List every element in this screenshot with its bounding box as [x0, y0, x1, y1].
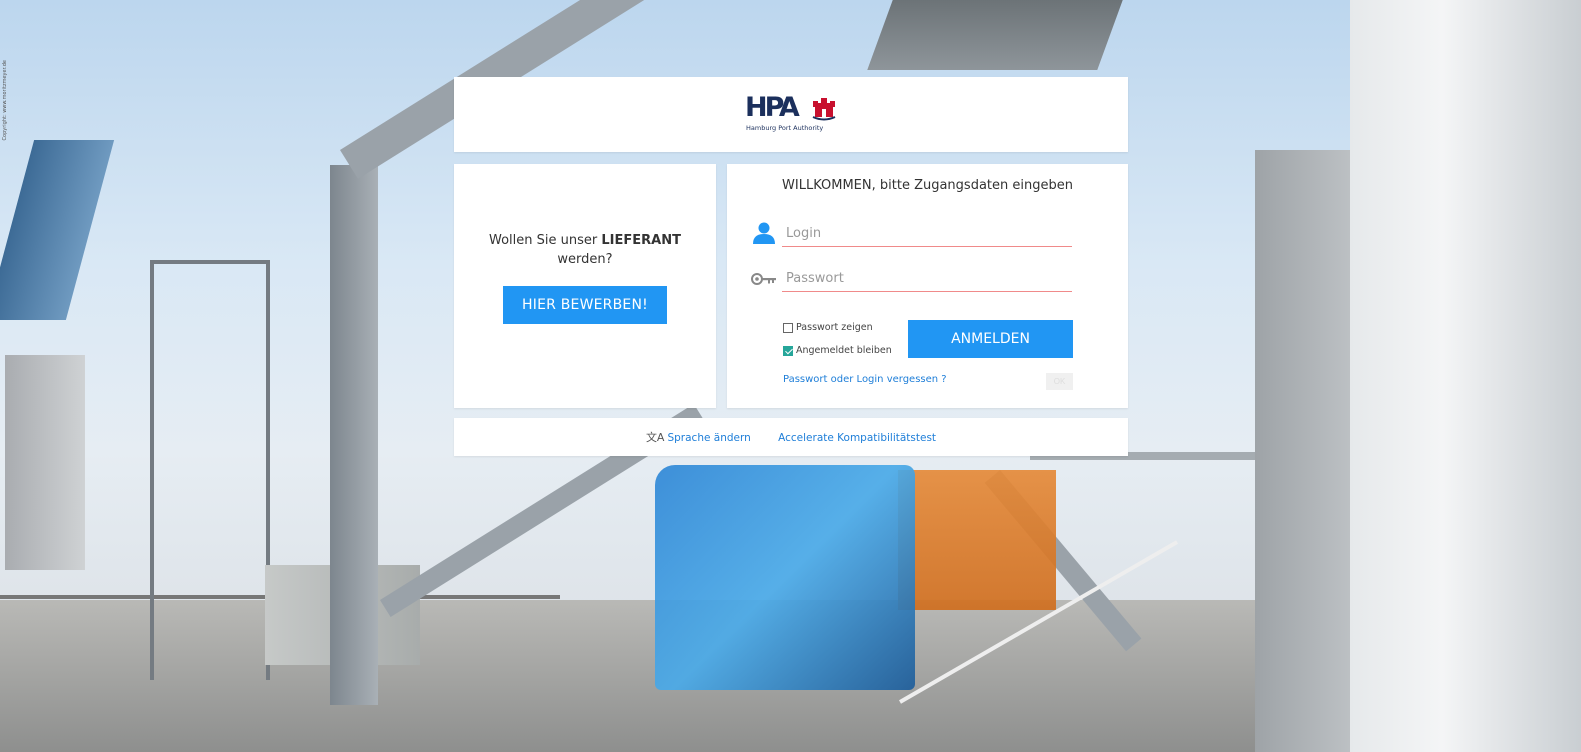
truck-container	[898, 470, 1056, 610]
password-input[interactable]	[782, 266, 1072, 292]
footer-links: 文A Sprache ändern Accelerate Kompatibilit…	[454, 429, 1128, 445]
logo-panel: HPA Hamburg Port Authority	[454, 77, 1128, 152]
light-tower	[150, 260, 270, 680]
key-icon	[751, 273, 776, 285]
change-language-label: Sprache ändern	[667, 432, 751, 444]
translate-icon: 文A	[645, 431, 665, 444]
ok-button[interactable]: OK	[1046, 373, 1073, 390]
supplier-question-suffix: werden?	[557, 252, 613, 267]
welcome-rest: bitte Zugangsdaten eingeben	[875, 178, 1073, 193]
show-password-label: Passwort zeigen	[796, 322, 873, 333]
forgot-password-link[interactable]: Passwort oder Login vergessen ?	[783, 374, 947, 385]
stay-logged-in-checkbox[interactable]	[783, 345, 793, 356]
welcome-heading: WILLKOMMEN, bitte Zugangsdaten eingeben	[727, 178, 1128, 193]
building-wall	[1350, 0, 1581, 752]
supplier-panel: Wollen Sie unser LIEFERANT werden? HIER …	[454, 164, 716, 408]
logo-mark: HPA	[745, 92, 800, 123]
login-input[interactable]	[782, 221, 1072, 247]
welcome-emphasis: WILLKOMMEN,	[782, 178, 876, 193]
bridge-beam	[867, 0, 1123, 70]
apply-button[interactable]: HIER BEWERBEN!	[503, 286, 667, 324]
hpa-logo: HPA Hamburg Port Authority	[745, 93, 841, 137]
logo-subtitle: Hamburg Port Authority	[746, 124, 824, 132]
silo	[5, 355, 85, 570]
stay-logged-in-label: Angemeldet bleiben	[796, 345, 892, 356]
bridge-beam	[330, 165, 378, 705]
truck-cab	[655, 465, 915, 690]
login-button[interactable]: ANMELDEN	[908, 320, 1073, 358]
crest-icon	[812, 98, 836, 121]
login-panel: WILLKOMMEN, bitte Zugangsdaten eingeben …	[727, 164, 1128, 408]
supplier-question-prefix: Wollen Sie unser	[489, 233, 602, 248]
photo-copyright: Copyright: www.moritzmeyer.de	[2, 60, 8, 141]
supplier-question-emphasis: LIEFERANT	[601, 233, 681, 248]
footer-panel: 文A Sprache ändern Accelerate Kompatibilit…	[454, 418, 1128, 456]
stay-logged-in-option[interactable]: Angemeldet bleiben	[783, 345, 892, 356]
show-password-option[interactable]: Passwort zeigen	[783, 322, 873, 333]
change-language-link[interactable]: 文A Sprache ändern	[645, 431, 751, 444]
supplier-question: Wollen Sie unser LIEFERANT werden?	[474, 231, 696, 269]
compatibility-test-link[interactable]: Accelerate Kompatibilitätstest	[778, 432, 936, 444]
show-password-checkbox[interactable]	[783, 322, 793, 333]
user-icon	[753, 222, 775, 244]
